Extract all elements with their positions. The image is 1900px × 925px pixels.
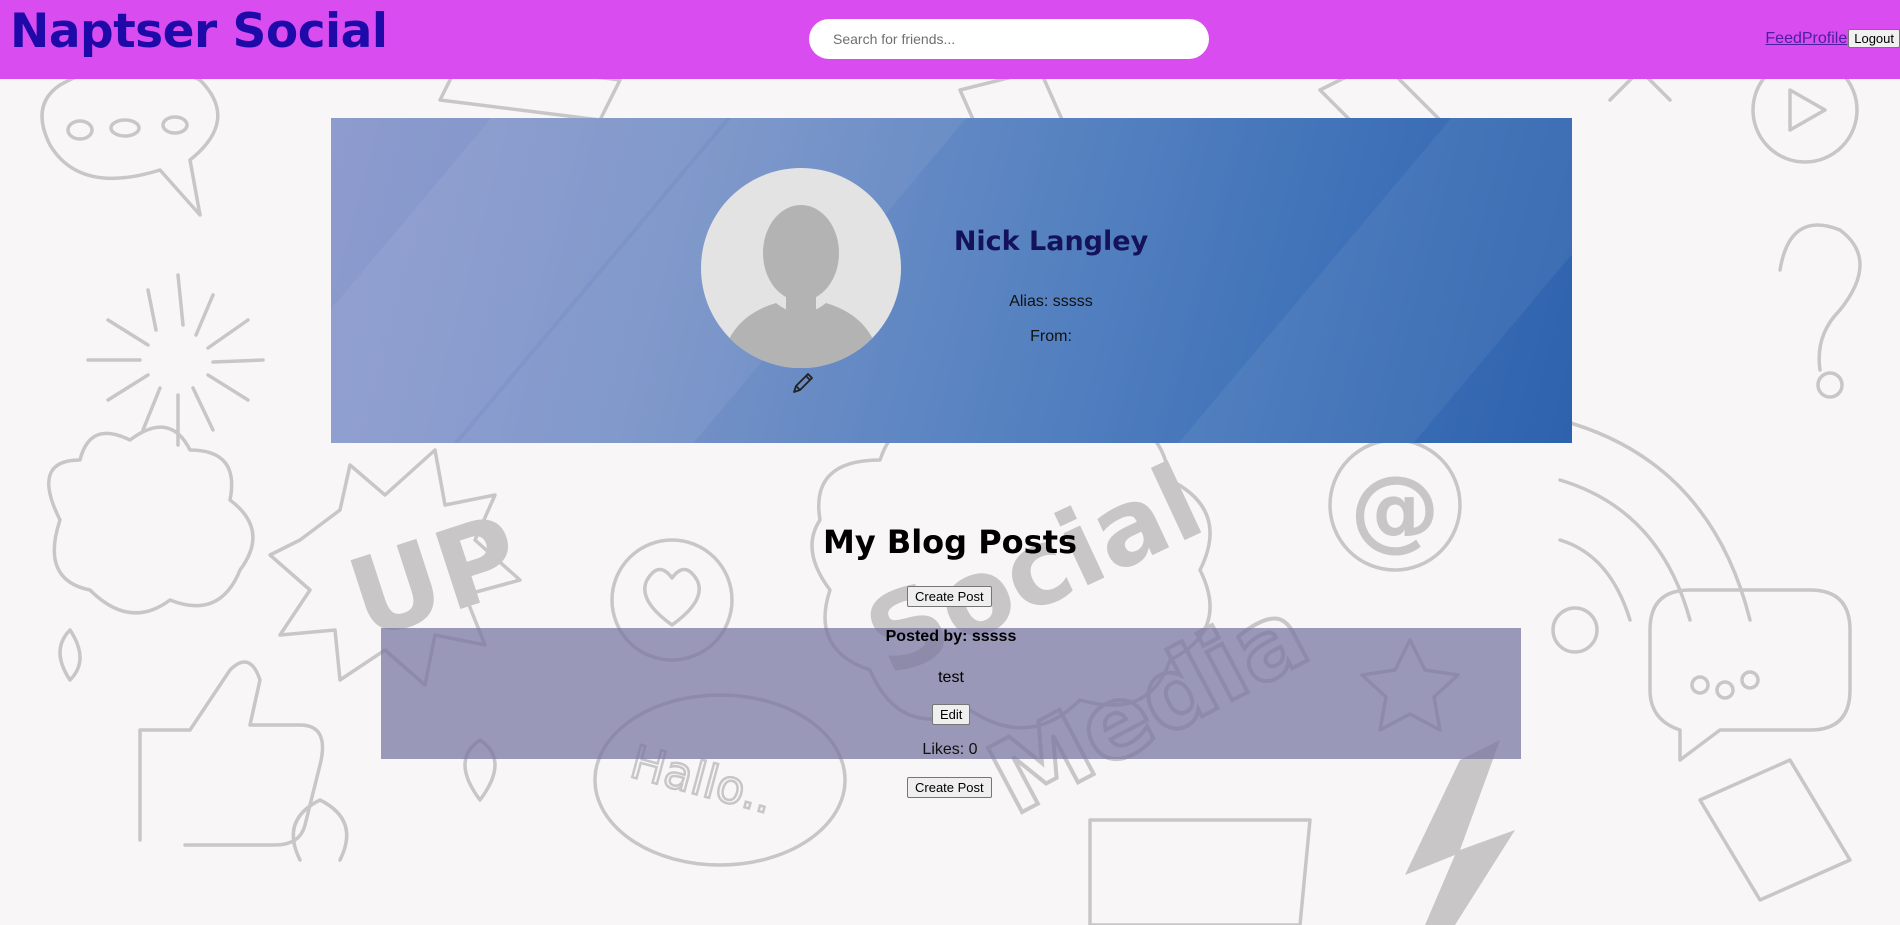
post-content: test [938, 669, 964, 686]
profile-name: Nick Langley [953, 226, 1149, 257]
post-author: Posted by: sssss [885, 628, 1017, 645]
nav-feed-link[interactable]: Feed [1765, 30, 1801, 48]
blog-posts-heading: My Blog Posts [822, 523, 1078, 561]
top-navbar: Naptser Social Feed Profile Logout [0, 0, 1900, 79]
edit-post-button[interactable]: Edit [932, 704, 971, 725]
create-post-button[interactable]: Create Post [907, 586, 992, 607]
logout-button[interactable]: Logout [1848, 29, 1900, 48]
nav-profile-link[interactable]: Profile [1802, 30, 1847, 48]
profile-banner: Nick Langley Alias: sssss From: [331, 118, 1572, 443]
profile-avatar [701, 168, 901, 368]
pencil-edit-icon[interactable] [790, 370, 816, 396]
blog-post-card: Posted by: sssss test Edit [381, 628, 1521, 759]
brand-logo[interactable]: Naptser Social [10, 4, 388, 59]
default-user-silhouette-icon [721, 205, 881, 368]
profile-alias: Alias: sssss [1009, 293, 1093, 310]
profile-location: From: [1030, 328, 1072, 345]
banner-light-streak [1074, 118, 1572, 443]
create-post-button-bottom[interactable]: Create Post [907, 777, 992, 798]
friend-search-input[interactable] [809, 19, 1209, 59]
post-likes-count: Likes: 0 [922, 741, 978, 758]
nav-links: Feed Profile Logout [1765, 29, 1900, 48]
